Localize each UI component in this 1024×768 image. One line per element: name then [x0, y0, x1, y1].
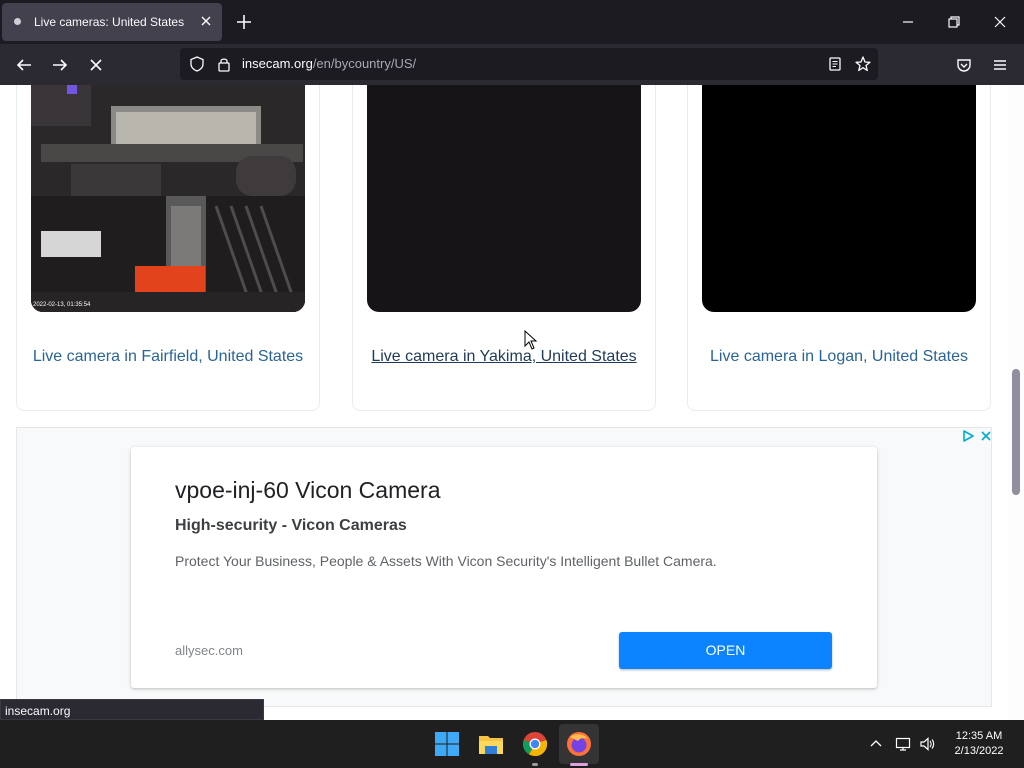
reader-view-icon[interactable] — [826, 55, 844, 73]
status-url-text: insecam.org — [5, 704, 71, 718]
ad-close-icon[interactable] — [979, 429, 993, 443]
tab-close-icon[interactable] — [198, 13, 214, 29]
firefox-icon[interactable] — [564, 729, 594, 759]
new-tab-plus-icon[interactable] — [234, 12, 254, 32]
address-bar[interactable]: insecam.org/en/bycountry/US/ — [180, 48, 878, 80]
url-path: /en/bycountry/US/ — [312, 56, 417, 71]
window-close-icon[interactable] — [990, 12, 1010, 32]
chrome-running-indicator — [532, 763, 538, 766]
forward-arrow-icon[interactable] — [49, 54, 71, 76]
lock-icon[interactable] — [215, 55, 233, 73]
tab-favicon-icon — [14, 18, 21, 25]
ad-open-button[interactable]: OPEN — [619, 632, 832, 669]
windows-taskbar: 12:35 AM 2/13/2022 — [0, 720, 1024, 768]
printer-camera-feed-image — [31, 85, 305, 312]
hamburger-menu-icon[interactable] — [989, 54, 1011, 76]
camera-link-logan[interactable]: Live camera in Logan, United States — [688, 348, 990, 366]
adchoices-icon[interactable] — [961, 429, 975, 443]
camera-thumbnail-fairfield[interactable]: 2022-02-13, 01:35:54 — [31, 85, 305, 312]
advertisement-area: vpoe-inj-60 Vicon Camera High-security -… — [16, 427, 992, 707]
network-icon[interactable] — [895, 736, 911, 752]
speaker-volume-icon[interactable] — [919, 736, 935, 752]
camera-link-yakima[interactable]: Live camera in Yakima, United States — [353, 348, 655, 366]
windows-start-icon[interactable] — [432, 729, 462, 759]
status-bar: insecam.org — [0, 699, 264, 720]
page-scrollbar[interactable] — [1008, 85, 1024, 720]
stop-loading-icon[interactable] — [85, 54, 107, 76]
page-viewport: 2022-02-13, 01:35:54 Live camera in Fair… — [0, 85, 1008, 720]
camera-card-yakima[interactable]: Live camera in Yakima, United States — [352, 85, 656, 411]
clock-date: 2/13/2022 — [954, 745, 1004, 757]
url-domain: insecam.org — [242, 56, 313, 71]
minimize-icon[interactable] — [898, 12, 918, 32]
file-explorer-icon[interactable] — [476, 729, 506, 759]
camera-card-logan[interactable]: Live camera in Logan, United States — [687, 85, 991, 411]
pocket-icon[interactable] — [953, 54, 975, 76]
camera-card-fairfield[interactable]: 2022-02-13, 01:35:54 Live camera in Fair… — [16, 85, 320, 411]
chevron-up-icon[interactable] — [868, 736, 884, 752]
firefox-active-indicator — [570, 763, 588, 766]
tracking-protection-shield-icon[interactable] — [188, 55, 206, 73]
tab-title: Live cameras: United States — [34, 15, 185, 29]
camera-thumbnail-yakima[interactable] — [367, 85, 641, 312]
camera-timestamp-overlay: 2022-02-13, 01:35:54 — [33, 302, 91, 308]
ad-domain[interactable]: allysec.com — [175, 643, 243, 658]
back-arrow-icon[interactable] — [13, 54, 35, 76]
bookmark-star-icon[interactable] — [854, 55, 872, 73]
mouse-cursor-icon — [524, 330, 538, 350]
system-clock[interactable]: 12:35 AM 2/13/2022 — [944, 729, 1014, 759]
tab-live-cameras[interactable]: Live cameras: United States — [2, 3, 222, 41]
chrome-icon[interactable] — [520, 729, 550, 759]
ad-subtitle: High-security - Vicon Cameras — [175, 517, 407, 534]
url-text[interactable]: insecam.org/en/bycountry/US/ — [242, 56, 416, 71]
camera-thumbnail-logan[interactable] — [702, 85, 976, 312]
ad-card[interactable]: vpoe-inj-60 Vicon Camera High-security -… — [131, 447, 877, 688]
clock-time: 12:35 AM — [955, 730, 1003, 742]
restore-icon[interactable] — [944, 12, 964, 32]
camera-link-fairfield[interactable]: Live camera in Fairfield, United States — [17, 348, 319, 366]
tab-bar: Live cameras: United States — [0, 0, 1024, 44]
ad-title[interactable]: vpoe-inj-60 Vicon Camera — [175, 477, 441, 504]
navigation-toolbar: insecam.org/en/bycountry/US/ — [0, 44, 1024, 85]
scrollbar-thumb[interactable] — [1012, 369, 1020, 495]
ad-description: Protect Your Business, People & Assets W… — [175, 553, 717, 569]
